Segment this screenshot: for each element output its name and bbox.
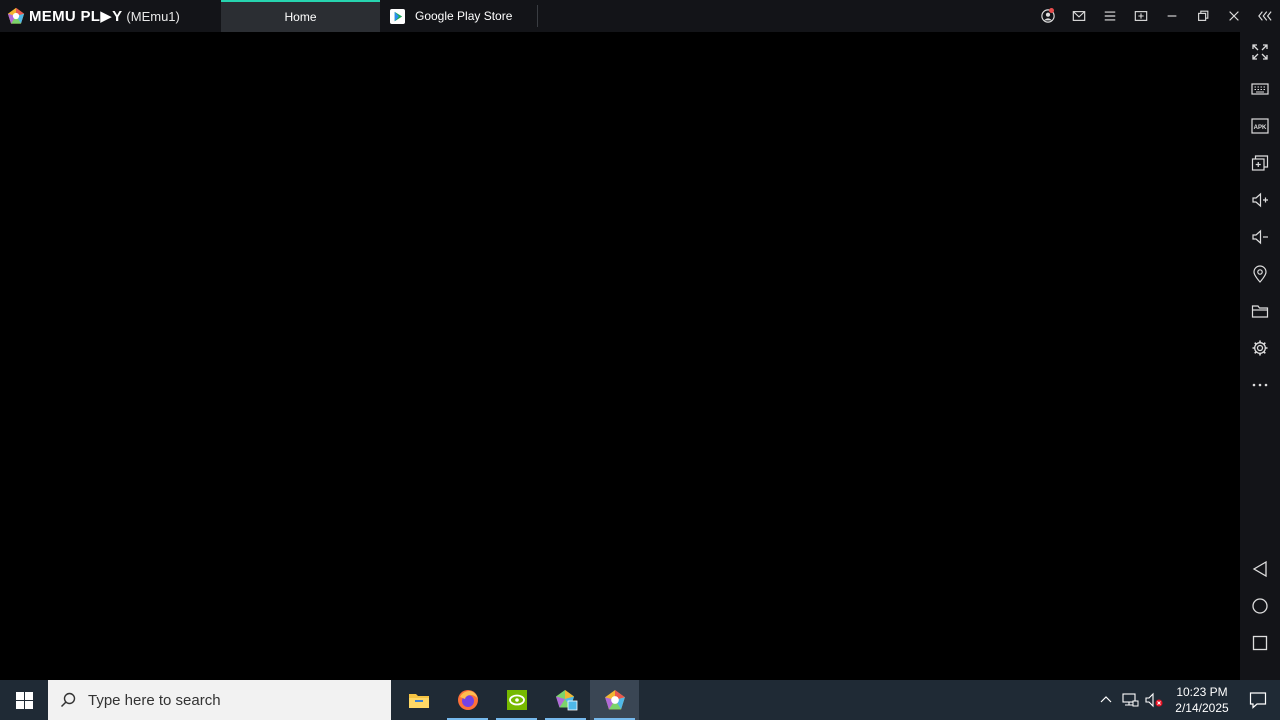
multi-window-button[interactable] <box>1125 0 1156 32</box>
volume-up-button[interactable] <box>1240 181 1280 218</box>
window-controls <box>1032 0 1280 32</box>
taskbar-firefox[interactable] <box>443 680 492 720</box>
volume-up-icon <box>1252 192 1268 207</box>
svg-text:APK: APK <box>1254 125 1267 131</box>
system-tray: 10:23 PM 2/14/2025 <box>1094 680 1280 720</box>
title-bar: MEMU PL▶Y (MEmu1) Home Google Play Store <box>0 0 1280 32</box>
add-window-button[interactable] <box>1240 144 1280 181</box>
tab-home[interactable]: Home <box>221 0 380 32</box>
action-center-button[interactable] <box>1236 680 1280 720</box>
android-screen[interactable] <box>0 32 1240 680</box>
close-icon <box>1228 11 1239 21</box>
settings-icon <box>1252 340 1268 355</box>
location-icon <box>1253 264 1267 283</box>
tab-label: Google Play Store <box>415 9 513 23</box>
show-hidden-icons-button[interactable] <box>1094 680 1118 720</box>
recents-button[interactable] <box>1240 624 1280 661</box>
taskbar-file-explorer[interactable] <box>394 680 443 720</box>
windows-logo-icon <box>15 691 33 709</box>
taskbar-clock[interactable]: 10:23 PM 2/14/2025 <box>1168 684 1236 716</box>
apk-icon: APK <box>1251 117 1269 134</box>
menu-button[interactable] <box>1094 0 1125 32</box>
apk-button[interactable]: APK <box>1240 107 1280 144</box>
clock-time: 10:23 PM <box>1176 685 1228 699</box>
multi-window-icon <box>1134 11 1147 21</box>
nvidia-icon <box>506 690 527 710</box>
menu-icon <box>1104 11 1115 21</box>
back-icon <box>1252 560 1267 577</box>
network-button[interactable] <box>1118 680 1142 720</box>
minimize-icon <box>1167 15 1176 17</box>
add-window-icon <box>1251 154 1269 171</box>
recents-icon <box>1252 635 1268 650</box>
taskbar-nvidia[interactable] <box>492 680 541 720</box>
search-placeholder: Type here to search <box>88 691 221 709</box>
folder-button[interactable] <box>1240 292 1280 329</box>
keyboard-button[interactable] <box>1240 70 1280 107</box>
notification-icon <box>1249 692 1267 709</box>
memu-logo-icon <box>7 7 25 24</box>
brand-name: MEMU PL▶Y <box>29 8 123 25</box>
restore-button[interactable] <box>1187 0 1218 32</box>
collapse-sidebar-icon <box>1257 11 1272 21</box>
fullscreen-button[interactable] <box>1240 33 1280 70</box>
memu-icon <box>604 690 625 710</box>
back-button[interactable] <box>1240 550 1280 587</box>
minimize-button[interactable] <box>1156 0 1187 32</box>
folder-icon <box>1251 304 1269 318</box>
tool-sidebar: APK <box>1240 32 1280 680</box>
start-button[interactable] <box>0 680 48 720</box>
account-button[interactable] <box>1032 0 1063 32</box>
tab-google-play-store[interactable]: Google Play Store <box>380 5 538 27</box>
restore-icon <box>1197 10 1208 21</box>
clock-date: 2/14/2025 <box>1175 701 1229 715</box>
search-icon <box>60 692 76 708</box>
volume-down-icon <box>1252 229 1268 244</box>
notification-dot <box>1049 8 1054 13</box>
collapse-sidebar-button[interactable] <box>1249 0 1280 32</box>
volume-button[interactable] <box>1142 680 1166 720</box>
memu-multi-icon <box>555 690 577 711</box>
keyboard-icon <box>1251 82 1269 95</box>
taskbar-search-box[interactable]: Type here to search <box>48 680 391 720</box>
memu-brand: MEMU PL▶Y (MEmu1) <box>0 0 221 32</box>
tab-label: Home <box>284 10 317 24</box>
taskbar-memu-multi[interactable] <box>541 680 590 720</box>
volume-muted-icon <box>1145 692 1163 708</box>
close-button[interactable] <box>1218 0 1249 32</box>
taskbar-memu[interactable] <box>590 680 639 720</box>
location-button[interactable] <box>1240 255 1280 292</box>
google-play-icon <box>390 8 405 24</box>
windows-taskbar: Type here to search 10:23 PM 2/14/2025 <box>0 680 1280 720</box>
network-icon <box>1122 693 1139 707</box>
chevron-up-icon <box>1100 696 1112 703</box>
volume-down-button[interactable] <box>1240 218 1280 255</box>
firefox-icon <box>457 690 478 710</box>
home-icon <box>1252 597 1268 614</box>
mail-icon <box>1072 11 1085 21</box>
home-button[interactable] <box>1240 587 1280 624</box>
mail-button[interactable] <box>1063 0 1094 32</box>
file-explorer-icon <box>408 694 429 708</box>
fullscreen-icon <box>1252 43 1268 60</box>
instance-name: (MEmu1) <box>126 8 180 24</box>
settings-button[interactable] <box>1240 329 1280 366</box>
more-button[interactable] <box>1240 366 1280 403</box>
more-icon <box>1252 383 1268 386</box>
